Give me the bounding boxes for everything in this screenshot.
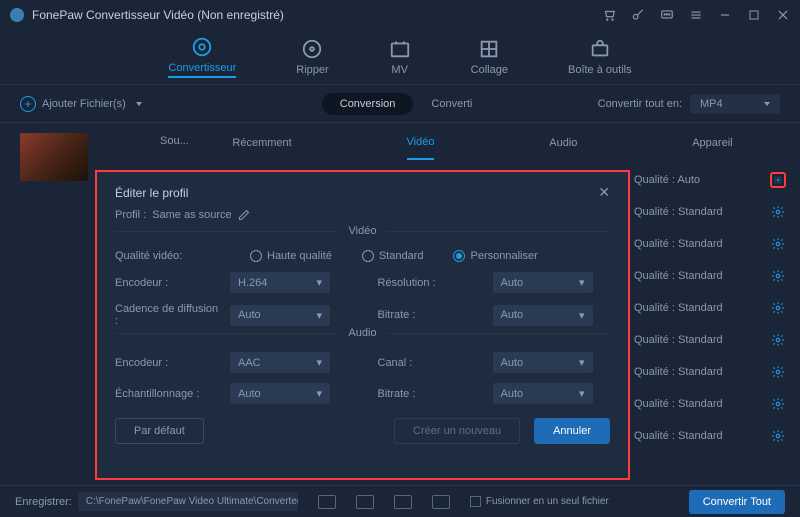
chevron-down-icon: [764, 102, 770, 106]
gear-icon[interactable]: [770, 268, 786, 284]
profile-row[interactable]: Qualité : Standard: [630, 299, 790, 317]
cancel-button[interactable]: Annuler: [534, 418, 610, 444]
video-thumbnail[interactable]: [20, 133, 88, 181]
toolbar: + Ajouter Fichier(s) Conversion Converti…: [0, 85, 800, 123]
profile-row[interactable]: Qualité : Standard: [630, 395, 790, 413]
minimize-icon[interactable]: [718, 8, 732, 22]
quality-label: Qualité vidéo:: [115, 250, 220, 262]
profile-row[interactable]: Qualité : Standard: [630, 331, 790, 349]
tab-toolbox[interactable]: Boîte à outils: [568, 38, 632, 76]
gear-icon[interactable]: [770, 300, 786, 316]
footer-icon[interactable]: [356, 495, 374, 509]
audio-encoder-select[interactable]: AAC▾: [230, 352, 330, 373]
profil-value: Same as source: [152, 209, 231, 221]
samplerate-select[interactable]: Auto▾: [230, 383, 330, 404]
footer-icon[interactable]: [394, 495, 412, 509]
profile-row[interactable]: Qualité : Auto: [630, 171, 790, 189]
save-path-input[interactable]: C:\FonePaw\FonePaw Video Ultimate\Conver…: [78, 492, 298, 511]
footer: Enregistrer: C:\FonePaw\FonePaw Video Ul…: [0, 485, 800, 517]
key-icon[interactable]: [631, 8, 645, 22]
save-to-label: Enregistrer:: [15, 496, 72, 508]
section-audio: Audio: [338, 327, 386, 339]
app-logo: [10, 8, 24, 22]
video-encoder-select[interactable]: H.264▾: [230, 272, 330, 293]
gear-icon[interactable]: [770, 332, 786, 348]
cat-tab-video[interactable]: Vidéo: [407, 126, 435, 160]
video-bitrate-select[interactable]: Auto▾: [493, 305, 593, 326]
app-title: FonePaw Convertisseur Vidéo (Non enregis…: [32, 8, 602, 22]
close-icon[interactable]: [776, 8, 790, 22]
profile-row[interactable]: Qualité : Standard: [630, 427, 790, 445]
tab-mv[interactable]: MV: [389, 38, 411, 76]
output-format-select[interactable]: MP4: [690, 94, 780, 114]
seg-conversion[interactable]: Conversion: [322, 93, 414, 115]
profile-row[interactable]: Qualité : Standard: [630, 363, 790, 381]
section-video: Vidéo: [339, 225, 387, 237]
merge-checkbox[interactable]: Fusionner en un seul fichier: [470, 496, 609, 507]
audio-bitrate-select[interactable]: Auto▾: [493, 383, 593, 404]
add-file-button[interactable]: + Ajouter Fichier(s): [20, 96, 142, 112]
tab-ripper[interactable]: Ripper: [296, 38, 328, 76]
profil-label: Profil :: [115, 209, 146, 221]
radio-custom[interactable]: Personnaliser: [453, 250, 537, 262]
resolution-select[interactable]: Auto▾: [493, 272, 593, 293]
gear-icon[interactable]: [770, 204, 786, 220]
create-new-button[interactable]: Créer un nouveau: [394, 418, 520, 444]
close-icon[interactable]: ✕: [598, 184, 610, 201]
profile-row[interactable]: Qualité : Standard: [630, 203, 790, 221]
pencil-icon[interactable]: [238, 209, 250, 221]
profile-list: Qualité : Auto Qualité : Standard Qualit…: [630, 171, 790, 445]
gear-icon[interactable]: [770, 236, 786, 252]
profile-row[interactable]: Qualité : Standard: [630, 267, 790, 285]
maximize-icon[interactable]: [747, 8, 761, 22]
edit-profile-dialog: Éditer le profil ✕ Profil : Same as sour…: [95, 170, 630, 480]
framerate-select[interactable]: Auto▾: [230, 305, 330, 326]
footer-icon[interactable]: [432, 495, 450, 509]
tab-convertisseur[interactable]: Convertisseur: [168, 36, 236, 78]
cart-icon[interactable]: [602, 8, 616, 22]
gear-icon[interactable]: [770, 364, 786, 380]
cat-tab-audio[interactable]: Audio: [549, 127, 577, 159]
profile-row[interactable]: Qualité : Standard: [630, 235, 790, 253]
category-tabs: Récemment Vidéo Audio Appareil: [175, 123, 790, 163]
main-tabs: Convertisseur Ripper MV Collage Boîte à …: [0, 30, 800, 85]
convert-all-label: Convertir tout en:: [598, 98, 682, 110]
plus-icon: +: [20, 96, 36, 112]
cat-tab-device[interactable]: Appareil: [692, 127, 732, 159]
tab-collage[interactable]: Collage: [471, 38, 508, 76]
footer-icon[interactable]: [318, 495, 336, 509]
radio-standard[interactable]: Standard: [362, 250, 424, 262]
dialog-title: Éditer le profil: [115, 186, 188, 200]
menu-icon[interactable]: [689, 8, 703, 22]
gear-icon[interactable]: [770, 172, 786, 188]
default-button[interactable]: Par défaut: [115, 418, 204, 444]
radio-high-quality[interactable]: Haute qualité: [250, 250, 332, 262]
gear-icon[interactable]: [770, 396, 786, 412]
cat-tab-recent[interactable]: Récemment: [232, 127, 291, 159]
titlebar: FonePaw Convertisseur Vidéo (Non enregis…: [0, 0, 800, 30]
channel-select[interactable]: Auto▾: [493, 352, 593, 373]
feedback-icon[interactable]: [660, 8, 674, 22]
gear-icon[interactable]: [770, 428, 786, 444]
seg-converti[interactable]: Converti: [413, 93, 490, 115]
checkbox-icon: [470, 496, 481, 507]
convert-all-button[interactable]: Convertir Tout: [689, 490, 785, 514]
chevron-down-icon: [136, 102, 142, 106]
